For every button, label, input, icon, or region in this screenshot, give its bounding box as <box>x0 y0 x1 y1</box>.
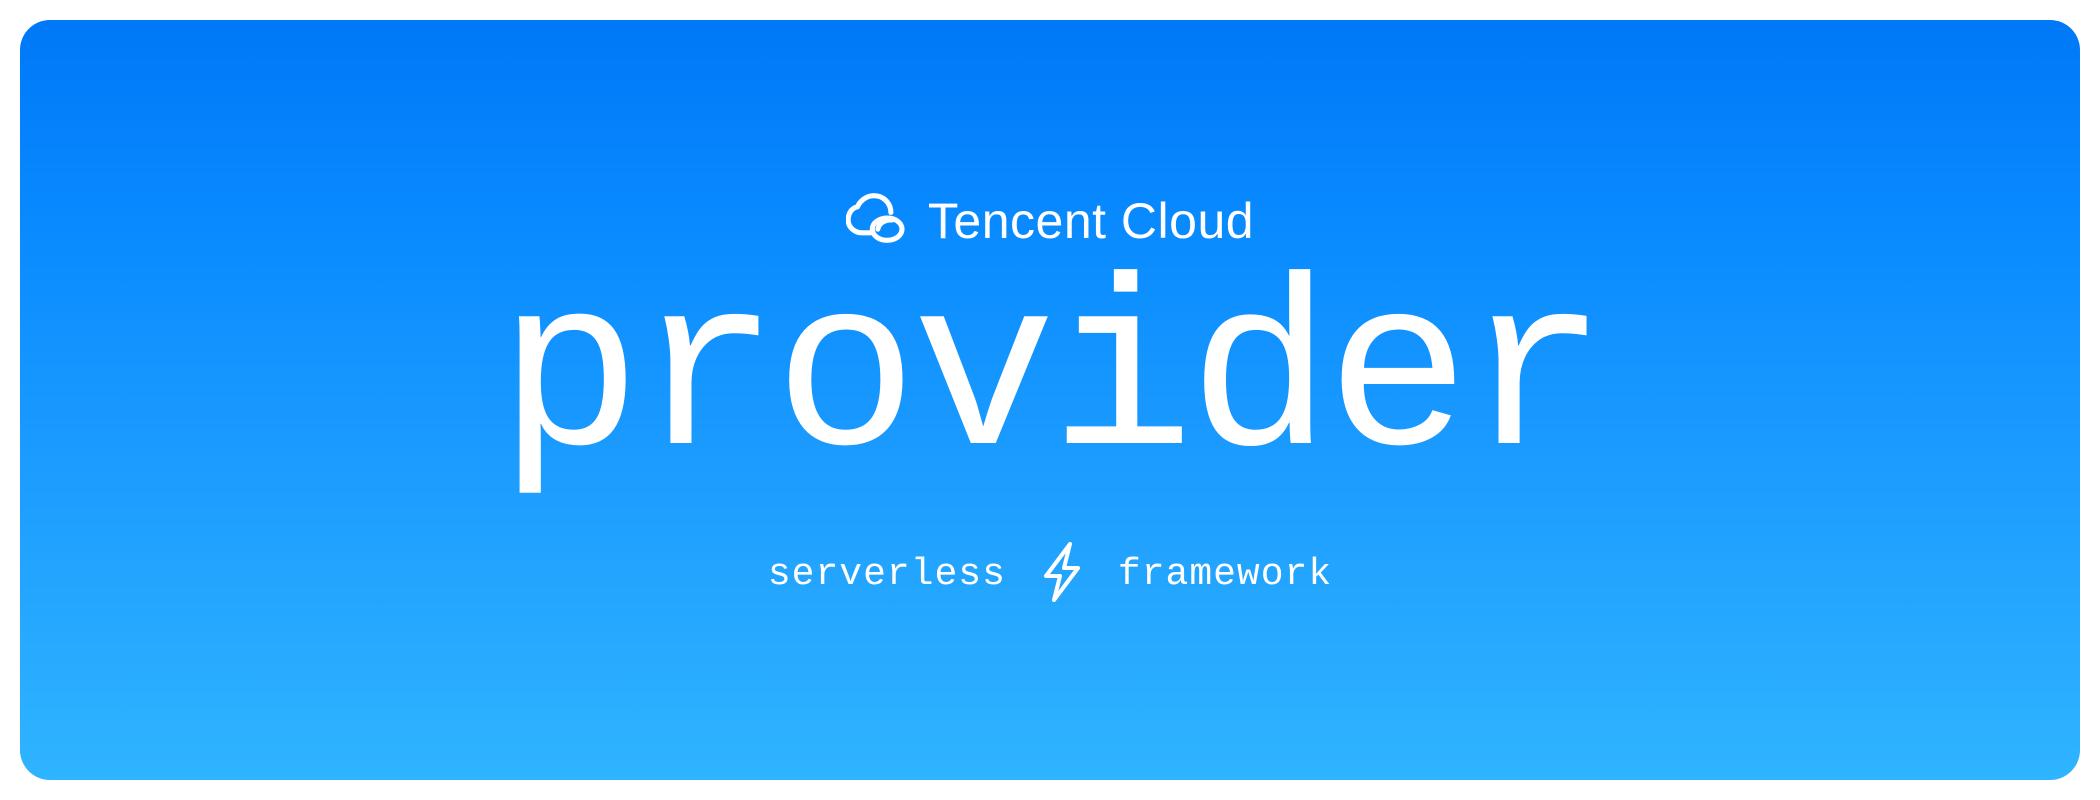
cloud-icon <box>846 192 906 249</box>
tencent-brand-label: Tencent Cloud <box>928 192 1254 250</box>
bolt-icon <box>1036 540 1088 609</box>
tencent-brand-row: Tencent Cloud <box>846 192 1254 250</box>
serverless-framework-row: serverless framework <box>768 540 1332 609</box>
serverless-label: serverless <box>768 553 1006 596</box>
main-title: provider <box>498 260 1602 500</box>
framework-label: framework <box>1118 553 1332 596</box>
hero-card: Tencent Cloud provider serverless framew… <box>20 20 2080 780</box>
